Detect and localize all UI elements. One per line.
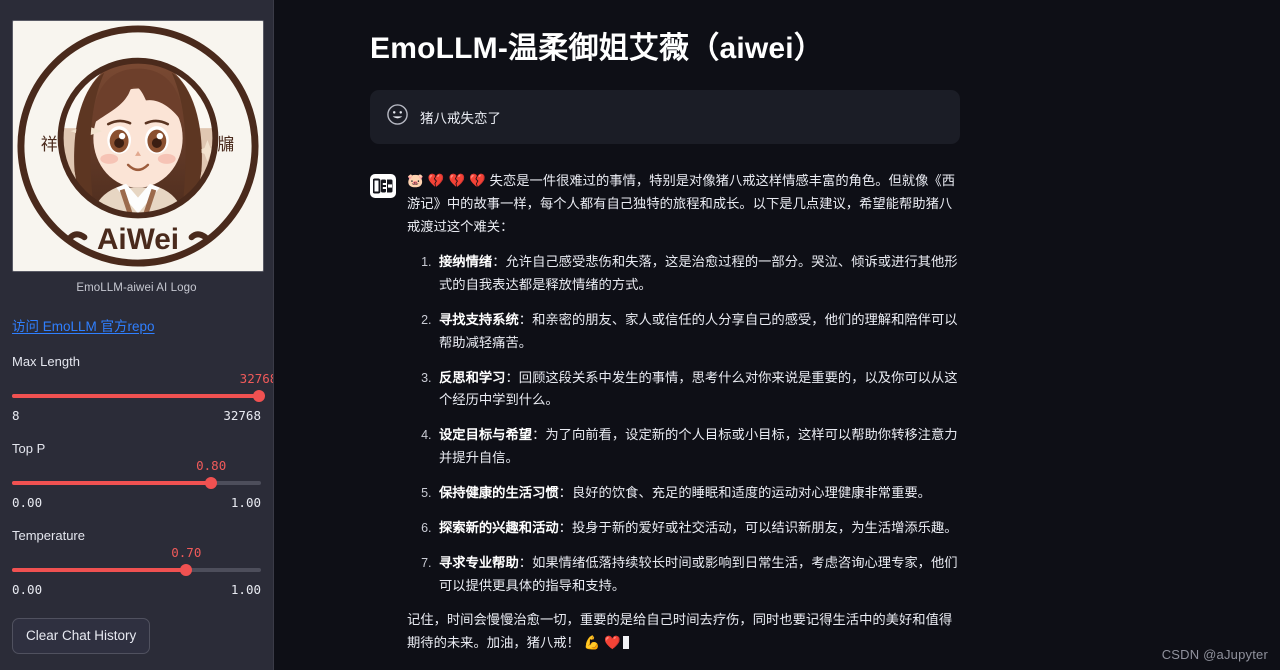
list-item: 反思和学习：回顾这段关系中发生的事情，思考什么对你来说是重要的，以及你可以从这个… [435,367,960,413]
slider-thumb-top-p[interactable] [205,477,218,489]
list-item: 寻找支持系统：和亲密的朋友、家人或信任的人分享自己的感受，他们的理解和陪伴可以帮… [435,309,960,355]
slider-label-max-length: Max Length [12,354,80,369]
list-item: 接纳情绪：允许自己感受悲伤和失落，这是治愈过程的一部分。哭泣、倾诉或进行其他形式… [435,251,960,297]
slider-track-fill [12,394,259,398]
user-message-bubble: 猪八戒失恋了 [370,89,960,144]
smiley-face-icon [386,103,409,131]
slider-min-max-length: 8 [12,408,20,423]
slider-value-row-temperature: 0.70 [12,545,261,562]
list-item-body: ：允许自己感受悲伤和失落，这是治愈过程的一部分。哭泣、倾诉或进行其他形式的自我表… [439,254,958,292]
slider-min-temperature: 0.00 [12,582,43,597]
slider-track-max-length[interactable] [12,389,265,403]
slider-track-temperature[interactable] [12,563,261,577]
list-item-heading: 探索新的兴趣和活动 [439,519,559,535]
list-item-heading: 寻找支持系统 [439,311,519,327]
bot-message-row: 🐷 💔 💔 💔 失恋是一件很难过的事情，特别是对像猪八戒这样情感丰富的角色。但就… [370,170,960,657]
logo-left-char: 祥 [41,134,58,154]
slider-label-temperature: Temperature [12,528,85,543]
slider-thumb-max-length[interactable] [252,390,265,402]
slider-value-max-length: 32768 [239,371,274,386]
main-content: EmoLLM-温柔御姐艾薇（aiwei） 猪八戒失恋了 🐷 💔 💔 💔 失恋是一… [274,0,1280,670]
user-message-text: 猪八戒失恋了 [420,110,501,126]
list-item-body: ：良好的饮食、充足的睡眠和适度的运动对心理健康非常重要。 [558,484,931,500]
list-item: 寻求专业帮助：如果情绪低落持续较长时间或影响到日常生活，考虑咨询心理专家，他们可… [435,552,960,598]
list-item-body: ：投身于新的爱好或社交活动，可以结识新朋友，为生活增添乐趣。 [558,519,958,535]
slider-max-temperature: 1.00 [230,582,261,597]
slider-track-fill [12,568,187,572]
slider-value-row-max-length: 32768 [12,371,273,388]
app-root: 祥 牖 AiWei EmoLLM-aiwei AI Logo 访问 EmoLLM… [0,0,1280,670]
bot-closing-paragraph: 记住，时间会慢慢治愈一切，重要的是给自己时间去疗伤，同时也要记得生活中的美好和值… [407,609,960,656]
aiwei-logo-image: 祥 牖 AiWei [12,20,264,272]
list-item-heading: 设定目标与希望 [439,427,533,443]
aiwei-logo-illustration: 祥 牖 AiWei [13,21,263,271]
slider-thumb-temperature[interactable] [180,564,193,576]
list-item: 探索新的兴趣和活动：投身于新的爱好或社交活动，可以结识新朋友，为生活增添乐趣。 [435,517,960,540]
streaming-cursor-icon [622,636,629,650]
slider-track-fill [12,481,212,485]
bot-intro-paragraph: 🐷 💔 💔 💔 失恋是一件很难过的事情，特别是对像猪八戒这样情感丰富的角色。但就… [407,170,960,240]
logo-right-char: 牖 [217,134,234,154]
bot-closing-text: 记住，时间会慢慢治愈一切，重要的是给自己时间去疗伤，同时也要记得生活中的美好和值… [407,612,953,651]
slider-top-p: Top P 0.80 0.00 1.00 [12,441,261,510]
robot-face-icon [370,173,396,198]
slider-value-top-p: 0.80 [196,458,227,473]
slider-range-max-length: 8 32768 [12,408,261,423]
slider-value-temperature: 0.70 [171,545,202,560]
bot-message-body: 🐷 💔 💔 💔 失恋是一件很难过的事情，特别是对像猪八戒这样情感丰富的角色。但就… [407,170,960,657]
logo-caption: EmoLLM-aiwei AI Logo [76,282,197,294]
slider-temperature: Temperature 0.70 0.00 1.00 [12,528,261,597]
logo-name-text: AiWei [97,223,179,256]
official-repo-link[interactable]: 访问 EmoLLM 官方repo [12,315,155,335]
list-item-body: ：回顾这段关系中发生的事情，思考什么对你来说是重要的，以及你可以从这个经历中学到… [439,369,958,408]
slider-min-top-p: 0.00 [12,495,43,510]
slider-max-length: Max Length 32768 8 32768 [12,354,273,423]
bot-closing-emojis: 💪 ❤️ [583,636,621,652]
slider-label-top-p: Top P [12,441,46,456]
list-item-heading: 反思和学习 [439,369,506,385]
slider-max-top-p: 1.00 [230,495,261,510]
list-item-heading: 接纳情绪 [439,254,493,270]
sidebar: 祥 牖 AiWei EmoLLM-aiwei AI Logo 访问 EmoLLM… [0,0,274,670]
watermark: CSDN @aJupyter [1161,647,1268,662]
clear-chat-history-button[interactable]: Clear Chat History [12,618,151,654]
bot-advice-list: 接纳情绪：允许自己感受悲伤和失落，这是治愈过程的一部分。哭泣、倾诉或进行其他形式… [407,251,960,597]
bot-intro-text: 失恋是一件很难过的事情，特别是对像猪八戒这样情感丰富的角色。但就像《西游记》中的… [407,172,955,235]
page-title: EmoLLM-温柔御姐艾薇（aiwei） [370,32,825,65]
bot-emoji-row: 🐷 💔 💔 💔 [407,173,486,189]
slider-max-max-length: 32768 [223,408,261,423]
list-item: 设定目标与希望：为了向前看，设定新的个人目标或小目标，这样可以帮助你转移注意力并… [435,424,960,470]
list-item-heading: 保持健康的生活习惯 [439,484,559,500]
slider-value-row-top-p: 0.80 [12,458,261,475]
slider-range-temperature: 0.00 1.00 [12,582,261,597]
list-item-heading: 寻求专业帮助 [439,554,519,570]
list-item: 保持健康的生活习惯：良好的饮食、充足的睡眠和适度的运动对心理健康非常重要。 [435,482,960,505]
chat-column: EmoLLM-温柔御姐艾薇（aiwei） 猪八戒失恋了 🐷 💔 💔 💔 失恋是一… [370,30,960,656]
slider-range-top-p: 0.00 1.00 [12,495,261,510]
slider-track-top-p[interactable] [12,476,261,490]
